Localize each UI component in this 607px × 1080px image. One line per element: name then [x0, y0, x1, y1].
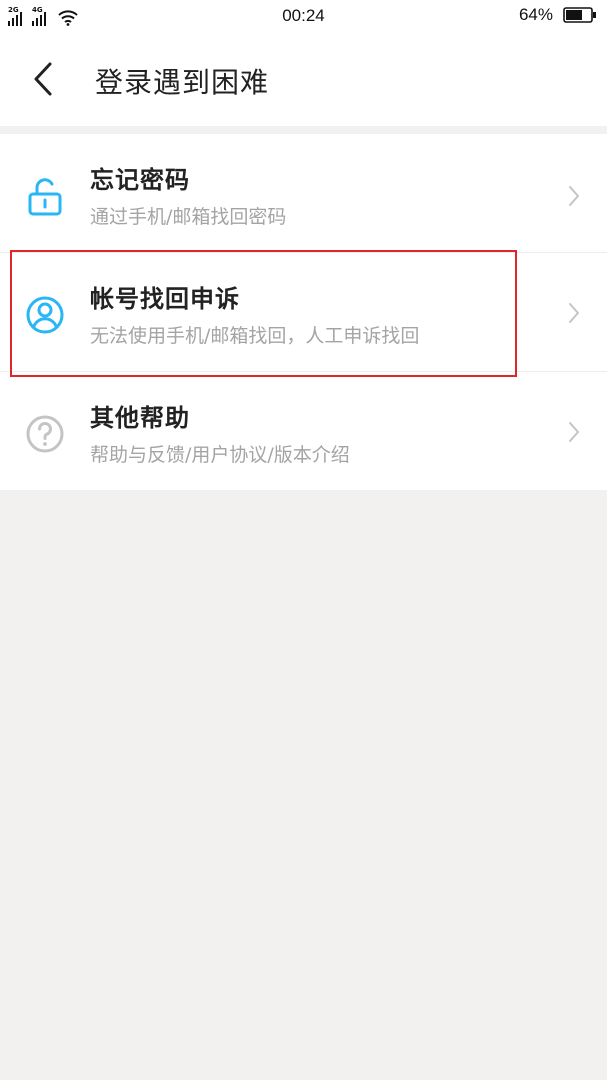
page-title: 登录遇到困难 [95, 66, 270, 99]
app-header: 登录遇到困难 [0, 34, 607, 126]
battery-icon [563, 7, 596, 23]
battery-percent: 64% [518, 5, 553, 24]
item-subtitle: 通过手机/邮箱找回密码 [90, 206, 287, 228]
help-circle-icon [26, 415, 64, 453]
status-right: 64% [519, 5, 597, 25]
unlock-icon [28, 178, 62, 216]
help-options-list: 忘记密码 通过手机/邮箱找回密码 帐号找回申诉 无法使用手机/邮箱找回，人工申诉… [0, 134, 607, 490]
list-item-account-appeal[interactable]: 帐号找回申诉 无法使用手机/邮箱找回，人工申诉找回 [0, 253, 607, 372]
item-subtitle: 帮助与反馈/用户协议/版本介绍 [90, 444, 350, 466]
status-bar: 2G 4G 00:24 64% [0, 0, 607, 34]
status-time: 00:24 [282, 6, 325, 25]
item-title: 帐号找回申诉 [90, 285, 240, 313]
chevron-right-icon [569, 303, 579, 323]
chevron-left-icon[interactable] [30, 60, 58, 98]
item-title: 其他帮助 [90, 404, 190, 432]
item-title: 忘记密码 [90, 166, 190, 194]
list-item-other-help[interactable]: 其他帮助 帮助与反馈/用户协议/版本介绍 [0, 372, 607, 490]
user-circle-icon [26, 296, 64, 334]
list-item-forgot-password[interactable]: 忘记密码 通过手机/邮箱找回密码 [0, 134, 607, 253]
chevron-right-icon [569, 186, 579, 206]
chevron-right-icon [569, 422, 579, 442]
item-subtitle: 无法使用手机/邮箱找回，人工申诉找回 [90, 325, 420, 347]
